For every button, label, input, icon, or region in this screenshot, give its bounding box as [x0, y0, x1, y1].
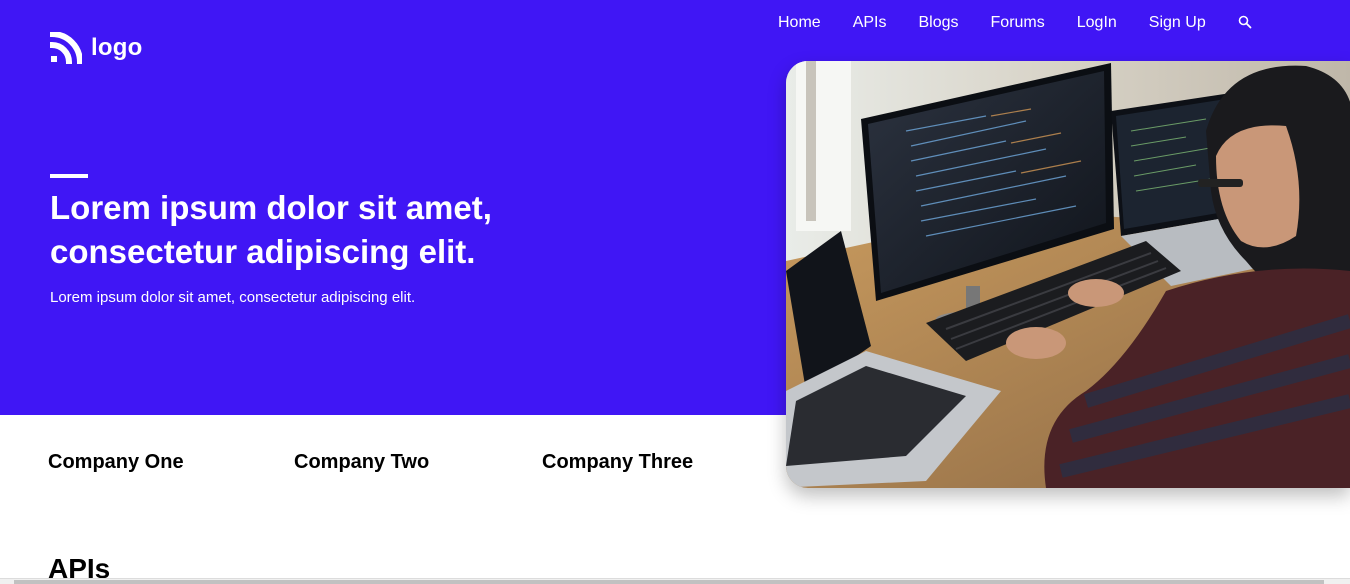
- hero-accent-line: [50, 174, 88, 178]
- company-three-label: Company Three: [542, 451, 694, 473]
- company-two-label: Company Two: [294, 451, 430, 473]
- developer-at-computers-photo: [786, 61, 1350, 488]
- nav-apis-link[interactable]: APIs: [853, 13, 887, 33]
- hero-title: Lorem ipsum dolor sit amet, consectetur …: [50, 189, 492, 270]
- hero-subtitle: Lorem ipsum dolor sit amet, consectetur …: [50, 289, 416, 306]
- logo[interactable]: logo: [50, 32, 142, 64]
- horizontal-scrollbar[interactable]: [0, 578, 1350, 584]
- nav-forums-link[interactable]: Forums: [991, 13, 1045, 33]
- nav-blogs-link[interactable]: Blogs: [918, 13, 958, 33]
- company-one-label: Company One: [48, 451, 184, 473]
- search-icon[interactable]: [1238, 15, 1252, 29]
- nav-signup-link[interactable]: Sign Up: [1149, 13, 1206, 33]
- scrollbar-thumb[interactable]: [14, 580, 1324, 584]
- nav-login-link[interactable]: LogIn: [1077, 13, 1117, 33]
- rss-icon: [50, 32, 82, 64]
- top-nav: Home APIs Blogs Forums LogIn Sign Up: [778, 13, 1252, 33]
- company-logos: Company One Company Two Company Three: [0, 450, 780, 474]
- logo-text: logo: [91, 34, 143, 61]
- nav-home-link[interactable]: Home: [778, 13, 821, 33]
